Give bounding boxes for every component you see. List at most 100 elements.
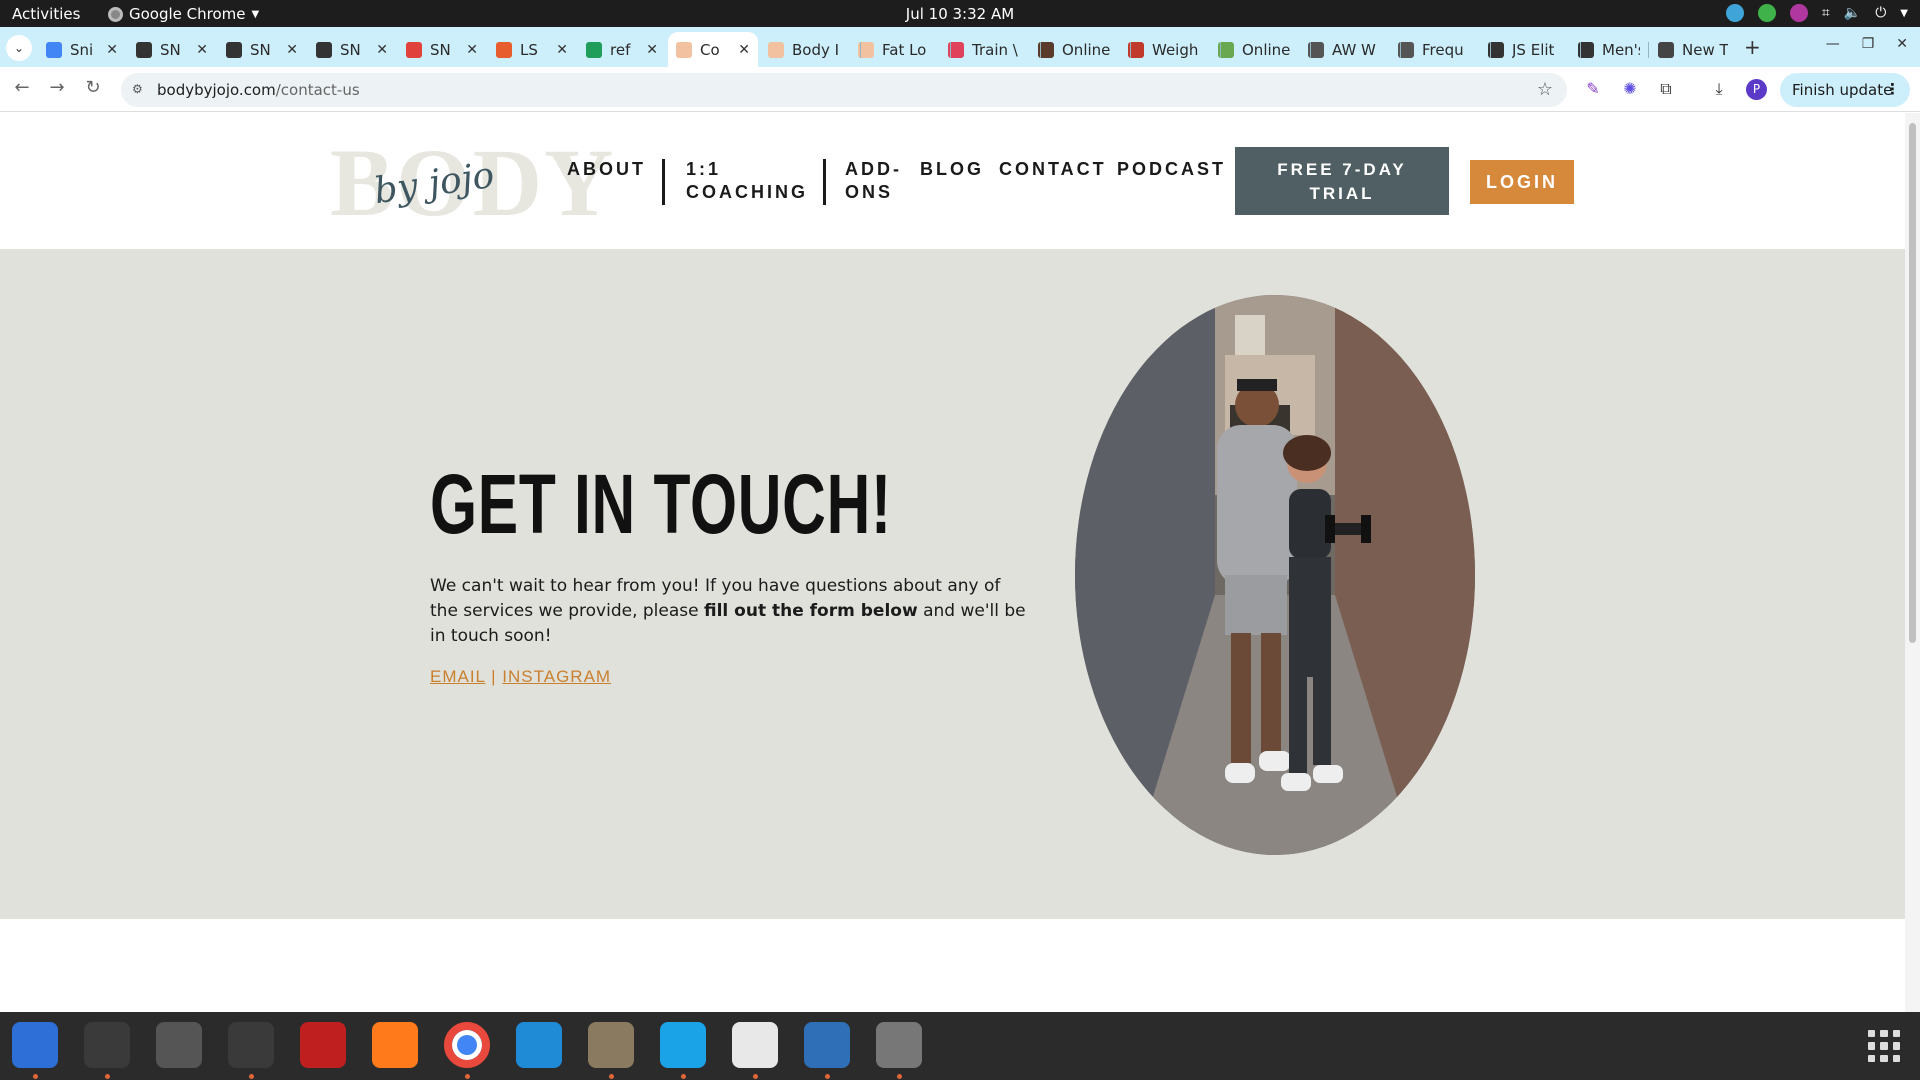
email-link[interactable]: EMAIL — [430, 667, 485, 686]
browser-tab[interactable]: Body I — [760, 32, 848, 67]
browser-tab[interactable]: Frequ — [1390, 32, 1478, 67]
text-editor-icon[interactable] — [732, 1022, 778, 1068]
nav-contact[interactable]: CONTACT — [999, 158, 1107, 181]
gear-extension-icon[interactable]: ✺ — [1620, 79, 1640, 99]
tab-title: SN — [430, 40, 451, 59]
extensions-puzzle-icon[interactable]: ⧉ — [1656, 79, 1676, 99]
vscode-icon[interactable] — [516, 1022, 562, 1068]
tab-close-icon[interactable]: ✕ — [376, 42, 388, 58]
chrome-icon[interactable] — [444, 1022, 490, 1068]
tab-close-icon[interactable]: ✕ — [106, 42, 118, 58]
url-host: bodybyjojo.com — [157, 81, 276, 99]
browser-tab[interactable]: Online — [1210, 32, 1298, 67]
browser-tab[interactable]: Men's — [1570, 32, 1648, 67]
download-icon[interactable]: ⤓ — [1709, 79, 1729, 99]
couple-photo-illustration — [1075, 295, 1475, 855]
contact-hero: GET IN TOUCH! We can't wait to hear from… — [0, 249, 1905, 919]
site-settings-icon[interactable]: ⚙ — [132, 82, 148, 98]
tab-search-button[interactable]: ⌄ — [6, 35, 32, 61]
system-tray[interactable]: ⌗ 🔈 ⏻ ▼ — [1725, 4, 1908, 22]
tab-close-icon[interactable]: ✕ — [466, 42, 478, 58]
site-header: BODY by jojo ABOUT 1:1 COACHING ADD- ONS… — [0, 113, 1905, 249]
browser-tab[interactable]: SN ✕ — [308, 32, 396, 67]
calculator-icon[interactable] — [156, 1022, 202, 1068]
browser-tab[interactable]: LS ✕ — [488, 32, 576, 67]
skype-icon[interactable] — [660, 1022, 706, 1068]
back-icon[interactable]: ← — [10, 77, 34, 98]
tab-close-icon[interactable]: ✕ — [196, 42, 208, 58]
browser-tab[interactable]: Sni ✕ — [38, 32, 126, 67]
tab-close-icon[interactable]: ✕ — [556, 42, 568, 58]
firefox-icon[interactable] — [372, 1022, 418, 1068]
document-viewer-icon[interactable] — [804, 1022, 850, 1068]
running-indicator — [825, 1074, 830, 1079]
chevron-down-icon[interactable]: ▼ — [1900, 8, 1908, 19]
app-indicator-icon[interactable] — [1789, 4, 1808, 22]
dock — [0, 1012, 1920, 1080]
free-trial-line2: TRIAL — [1309, 184, 1375, 203]
restore-icon[interactable]: ❐ — [1862, 36, 1875, 52]
browser-tab[interactable]: Fat Lo — [850, 32, 938, 67]
link-separator: | — [485, 667, 503, 686]
free-trial-button[interactable]: FREE 7-DAY TRIAL — [1235, 147, 1449, 215]
tab-title: Train \ — [972, 40, 1018, 59]
browser-tab[interactable]: SN ✕ — [128, 32, 216, 67]
tab-close-icon[interactable]: ✕ — [286, 42, 298, 58]
running-indicator — [465, 1074, 470, 1079]
nav-blog[interactable]: BLOG — [920, 158, 984, 181]
tab-close-icon[interactable]: ✕ — [738, 42, 750, 58]
nav-about[interactable]: ABOUT — [567, 158, 646, 181]
browser-tab[interactable]: Online — [1030, 32, 1118, 67]
finish-update-button[interactable]: Finish update ⋮ — [1780, 73, 1910, 107]
power-icon[interactable]: ⏻ — [1875, 5, 1886, 21]
files-icon[interactable] — [588, 1022, 634, 1068]
pen-extension-icon[interactable]: ✎ — [1583, 79, 1603, 99]
clock[interactable]: Jul 10 3:32 AM — [906, 5, 1014, 23]
page-scrollbar[interactable] — [1905, 113, 1920, 1012]
bookmark-star-icon[interactable]: ☆ — [1537, 79, 1553, 100]
tab-close-icon[interactable]: ✕ — [646, 42, 658, 58]
check-shield-icon[interactable] — [1757, 4, 1776, 22]
sync-icon[interactable] — [1725, 4, 1744, 22]
browser-tab[interactable]: ref ✕ — [578, 32, 666, 67]
thunderbird-icon[interactable] — [12, 1022, 58, 1068]
browser-tab[interactable]: Train \ — [940, 32, 1028, 67]
scrollbar-thumb[interactable] — [1909, 123, 1916, 643]
network-icon[interactable]: ⌗ — [1822, 5, 1830, 21]
reload-icon[interactable]: ↻ — [81, 77, 105, 98]
nav-podcast[interactable]: PODCAST — [1117, 158, 1226, 181]
browser-tab[interactable]: JS Elit — [1480, 32, 1568, 67]
minimize-icon[interactable]: — — [1826, 36, 1840, 52]
system-monitor-icon[interactable] — [228, 1022, 274, 1068]
show-apps-grid-icon[interactable] — [1868, 1030, 1900, 1062]
browser-tab[interactable]: SN ✕ — [218, 32, 306, 67]
close-icon[interactable]: ✕ — [1896, 36, 1908, 52]
forward-icon[interactable]: → — [45, 77, 69, 98]
activities-button[interactable]: Activities — [12, 5, 80, 23]
browser-tab[interactable]: Weigh — [1120, 32, 1208, 67]
tab-separator — [1580, 42, 1581, 58]
tab-title: Fat Lo — [882, 40, 927, 59]
login-button[interactable]: LOGIN — [1470, 160, 1574, 204]
browser-tab[interactable]: Co ✕ — [668, 32, 758, 67]
new-tab-button[interactable]: + — [1744, 35, 1761, 59]
snp-icon — [316, 41, 332, 58]
instagram-link[interactable]: INSTAGRAM — [502, 667, 611, 686]
nav-divider — [823, 159, 826, 205]
disk-icon[interactable] — [876, 1022, 922, 1068]
address-bar[interactable]: ⚙ bodybyjojo.com/contact-us ☆ — [121, 73, 1567, 107]
browser-tab[interactable]: New T — [1650, 32, 1736, 67]
tab-title: Co — [700, 40, 720, 59]
browser-tab[interactable]: AW W — [1300, 32, 1388, 67]
url-text[interactable]: bodybyjojo.com/contact-us — [157, 81, 360, 99]
filezilla-icon[interactable] — [300, 1022, 346, 1068]
site-logo[interactable]: BODY by jojo — [330, 133, 613, 233]
nav-coaching[interactable]: 1:1 COACHING — [686, 158, 808, 204]
app-menu[interactable]: Google Chrome ▼ — [108, 5, 259, 23]
profile-avatar[interactable]: P — [1746, 79, 1767, 100]
browser-tab[interactable]: SN ✕ — [398, 32, 486, 67]
terminal-icon[interactable] — [84, 1022, 130, 1068]
nav-addons[interactable]: ADD- ONS — [845, 158, 902, 204]
volume-icon[interactable]: 🔈 — [1844, 5, 1861, 21]
system-top-bar: Activities Google Chrome ▼ Jul 10 3:32 A… — [0, 0, 1920, 27]
